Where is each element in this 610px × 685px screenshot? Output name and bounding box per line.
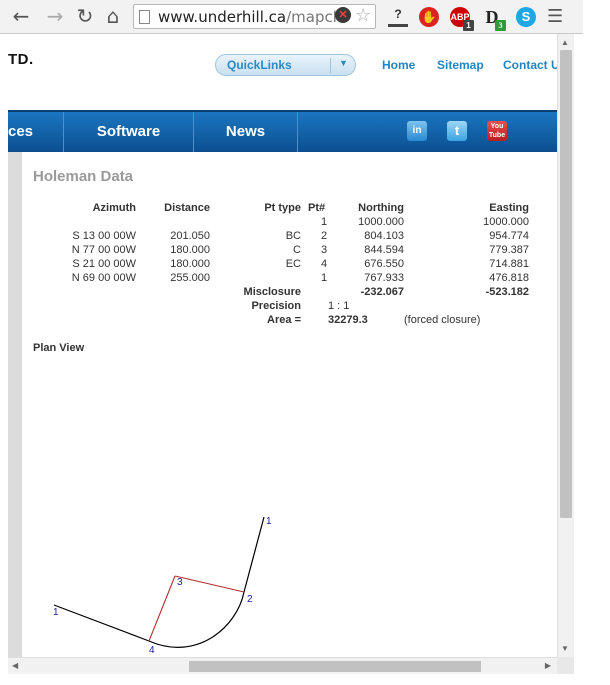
vertical-scroll-thumb[interactable]: [560, 50, 572, 518]
d-extension-icon[interactable]: D3: [482, 7, 506, 31]
url-host: www.underhill.ca: [158, 8, 287, 26]
vertical-scrollbar[interactable]: ▲ ▼: [557, 34, 574, 657]
site-logo[interactable]: TD.: [8, 51, 34, 68]
scroll-right-arrow-icon[interactable]: ▶: [545, 661, 551, 670]
scroll-left-arrow-icon[interactable]: ◀: [12, 661, 18, 670]
scrollbar-corner: [557, 657, 574, 674]
plan-point-label: 3: [177, 577, 183, 588]
url-path: /mapch: [286, 8, 343, 26]
reload-button[interactable]: ↻: [73, 4, 97, 28]
contact-link[interactable]: Contact U: [503, 58, 557, 72]
scroll-up-arrow-icon[interactable]: ▲: [561, 38, 569, 47]
plan-point-label: 1: [53, 607, 59, 618]
youtube-icon[interactable]: You Tube: [487, 121, 507, 141]
plan-curve-4-2: [148, 591, 245, 648]
plan-view-drawing: 1 2 3 4 1: [53, 516, 272, 656]
plan-line-2-1: [243, 516, 265, 593]
main-nav: ces Software News in t You Tube: [8, 110, 557, 152]
horizontal-scrollbar[interactable]: ◀ ▶: [8, 657, 557, 674]
home-link[interactable]: Home: [382, 58, 415, 72]
page-icon: [139, 10, 150, 24]
sitemap-link[interactable]: Sitemap: [437, 58, 484, 72]
browser-toolbar: ← → ↻ ⌂ www.underhill.ca/mapch ✕ ☆ ? ✋ A…: [0, 0, 583, 34]
home-button[interactable]: ⌂: [101, 4, 125, 28]
help-extension-icon[interactable]: ?: [388, 7, 408, 27]
skype-extension-icon[interactable]: S: [516, 7, 536, 27]
stop-extension-icon[interactable]: ✋: [419, 7, 439, 27]
quicklinks-divider: [330, 58, 331, 73]
browser-menu-icon[interactable]: ☰: [547, 6, 563, 27]
quicklinks-dropdown[interactable]: QuickLinks ▼: [215, 54, 356, 76]
plan-radius-3-4: [148, 575, 176, 642]
plan-point-label: 4: [149, 645, 155, 656]
main-content: Holeman Data Azimuth Distance Pt type Pt…: [22, 152, 557, 657]
linkedin-icon[interactable]: in: [407, 121, 427, 141]
nav-item-software[interactable]: Software: [64, 112, 194, 152]
plan-line-1-4: [53, 604, 150, 642]
scroll-down-arrow-icon[interactable]: ▼: [561, 644, 569, 653]
plan-point-label: 1: [266, 516, 272, 527]
nav-item-services[interactable]: ces: [8, 112, 64, 152]
left-sidebar-strip: [8, 152, 22, 657]
bookmark-star-icon[interactable]: ☆: [355, 5, 371, 26]
nav-item-news[interactable]: News: [194, 112, 298, 152]
blocked-content-icon[interactable]: ✕: [335, 7, 351, 23]
adblock-plus-icon[interactable]: ABP 1: [450, 7, 474, 31]
adblock-badge: 1: [463, 20, 474, 31]
page-viewport: TD. QuickLinks ▼ Home Sitemap Contact U …: [8, 34, 557, 657]
twitter-icon[interactable]: t: [447, 121, 467, 141]
d-extension-badge: 3: [495, 20, 506, 31]
quicklinks-label: QuickLinks: [227, 58, 292, 72]
forward-button[interactable]: →: [43, 4, 67, 28]
plan-radius-3-2: [174, 575, 245, 593]
horizontal-scroll-thumb[interactable]: [189, 661, 481, 672]
plan-point-label: 2: [247, 594, 253, 605]
url-text[interactable]: www.underhill.ca/mapch: [158, 8, 342, 26]
back-button[interactable]: ←: [9, 4, 33, 28]
chevron-down-icon: ▼: [339, 58, 348, 68]
